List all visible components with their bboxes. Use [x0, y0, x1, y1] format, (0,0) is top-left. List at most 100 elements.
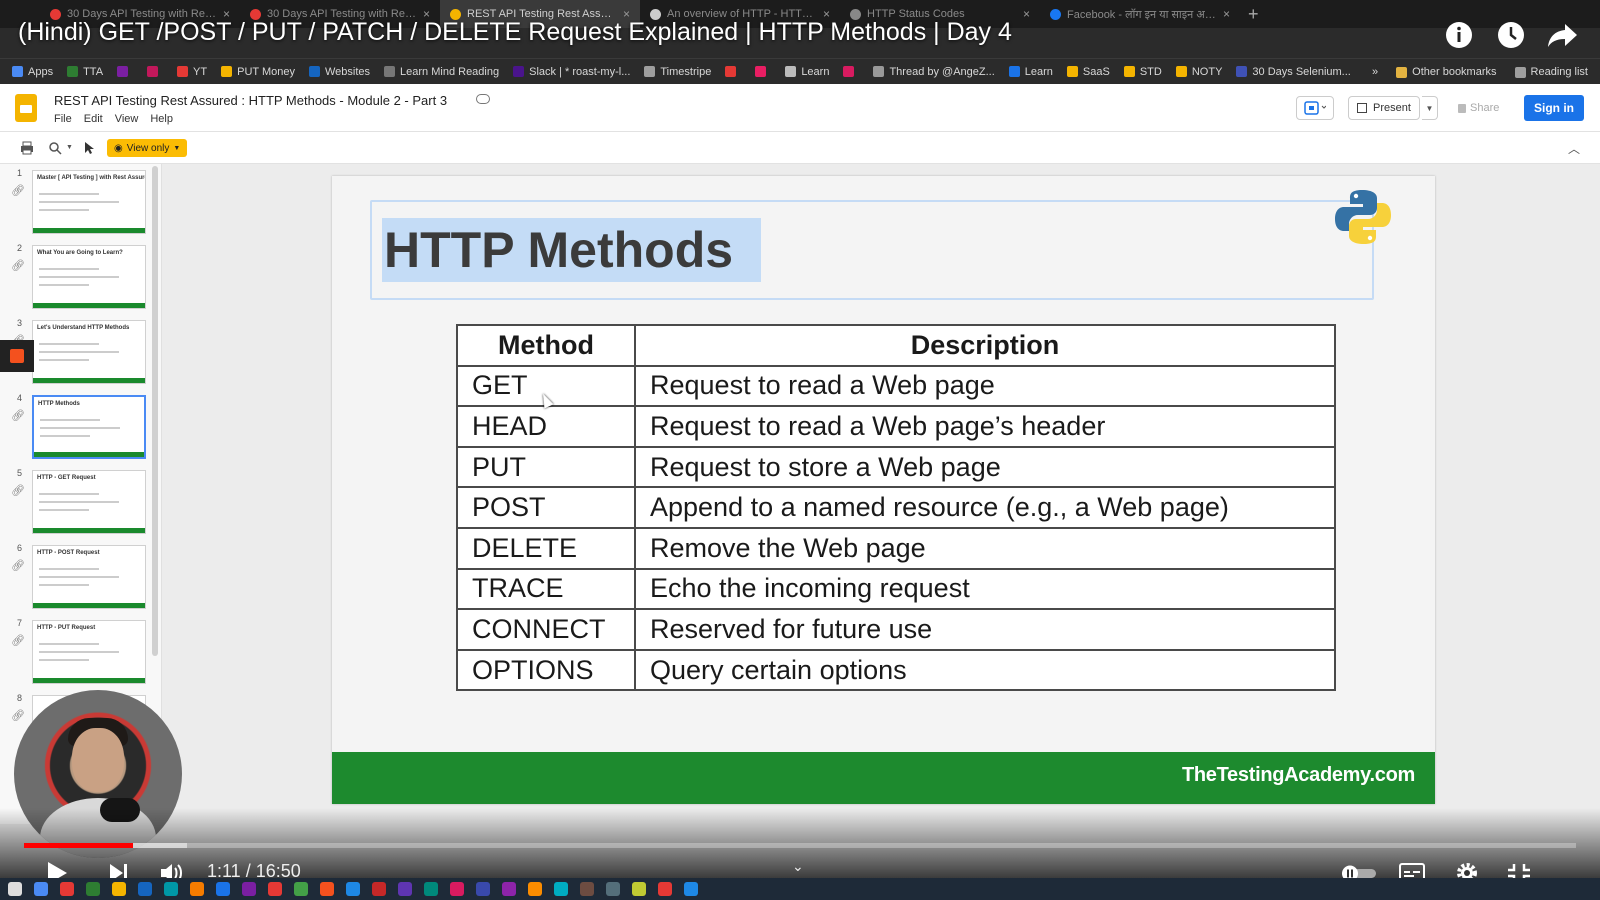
method-cell: CONNECT: [456, 608, 636, 651]
bookmark-item[interactable]: SaaS: [1066, 66, 1110, 78]
share-button[interactable]: Share: [1450, 96, 1507, 120]
video-title[interactable]: (Hindi) GET /POST / PUT / PATCH / DELETE…: [18, 18, 1012, 47]
bookmark-item[interactable]: Thread by @AngeZ...: [873, 66, 995, 78]
taskbar-app-icon[interactable]: [502, 882, 516, 896]
link-icon: 🔗︎: [11, 635, 25, 647]
bookmark-item[interactable]: [843, 66, 859, 77]
view-only-badge[interactable]: ◉ View only ▼: [107, 139, 188, 157]
bookmark-item[interactable]: NOTY: [1175, 65, 1223, 78]
slide-thumbnail-row[interactable]: 6 🔗︎ HTTP - POST Request: [0, 543, 160, 613]
bookmark-item[interactable]: [725, 66, 741, 77]
slide-thumbnail[interactable]: Master [ API Testing ] with Rest Assured: [32, 170, 146, 234]
chevron-down-icon[interactable]: ⌄: [792, 858, 804, 875]
menu-file[interactable]: File: [54, 113, 72, 125]
taskbar-app-icon[interactable]: [294, 882, 308, 896]
bookmark-item[interactable]: Slack | * roast-my-l...: [513, 66, 630, 78]
link-icon: 🔗︎: [11, 260, 25, 272]
print-icon[interactable]: [20, 141, 34, 155]
browser-tab[interactable]: Facebook - लॉग इन या साइन अप क ×: [1040, 0, 1240, 28]
taskbar-app-icon[interactable]: [268, 882, 282, 896]
menu-help[interactable]: Help: [150, 113, 173, 125]
taskbar-app-icon[interactable]: [606, 882, 620, 896]
sign-in-button[interactable]: Sign in: [1524, 95, 1584, 121]
taskbar-app-icon[interactable]: [320, 882, 334, 896]
bookmark-item[interactable]: Websites: [308, 65, 371, 78]
slide-thumbnail-row[interactable]: 1 🔗︎ Master [ API Testing ] with Rest Assu…: [0, 168, 160, 238]
other-bookmarks[interactable]: Other bookmarks: [1396, 66, 1497, 78]
slide-thumbnail-row[interactable]: 2 🔗︎ What You are Going to Learn?: [0, 243, 160, 313]
method-cell: HEAD: [456, 405, 636, 448]
meet-button[interactable]: [1296, 96, 1334, 120]
slide-thumbnail-row[interactable]: 5 🔗︎ HTTP - GET Request: [0, 468, 160, 538]
slide-thumbnail[interactable]: What You are Going to Learn?: [32, 245, 146, 309]
bookmark-label: Websites: [324, 65, 371, 78]
taskbar-app-icon[interactable]: [658, 882, 672, 896]
taskbar-app-icon[interactable]: [554, 882, 568, 896]
taskbar-app-icon[interactable]: [8, 882, 22, 896]
new-tab-icon[interactable]: +: [1248, 4, 1259, 25]
taskbar-app-icon[interactable]: [112, 882, 126, 896]
slide-thumbnail[interactable]: HTTP - POST Request: [32, 545, 146, 609]
progress-bar[interactable]: [24, 843, 1576, 848]
menu-edit[interactable]: Edit: [84, 113, 103, 125]
bookmark-item[interactable]: Timestripe: [644, 66, 711, 78]
more-bookmarks-icon[interactable]: »: [1372, 66, 1378, 78]
reading-list[interactable]: Reading list: [1514, 66, 1588, 78]
bookmark-item[interactable]: YT: [177, 66, 207, 78]
watch-later-icon[interactable]: [1494, 18, 1528, 52]
document-title[interactable]: REST API Testing Rest Assured : HTTP Met…: [54, 93, 447, 108]
slide-thumbnail[interactable]: HTTP - GET Request: [32, 470, 146, 534]
bookmark-item[interactable]: [755, 66, 771, 77]
taskbar-app-icon[interactable]: [86, 882, 100, 896]
select-cursor-icon[interactable]: [82, 141, 96, 155]
taskbar-app-icon[interactable]: [580, 882, 594, 896]
thumbnail-title: HTTP - PUT Request: [37, 625, 96, 631]
bookmark-item[interactable]: Learn Mind Reading: [384, 66, 499, 78]
taskbar-app-icon[interactable]: [242, 882, 256, 896]
close-icon[interactable]: ×: [1223, 7, 1230, 21]
taskbar-app-icon[interactable]: [424, 882, 438, 896]
taskbar-app-icon[interactable]: [632, 882, 646, 896]
slide-thumbnail[interactable]: HTTP Methods: [32, 395, 146, 459]
bookmark-item[interactable]: Learn: [785, 66, 829, 78]
record-button[interactable]: [0, 340, 34, 372]
taskbar-app-icon[interactable]: [450, 882, 464, 896]
bookmark-item[interactable]: STD: [1123, 66, 1162, 78]
slides-logo-icon[interactable]: [15, 94, 37, 122]
bookmark-label: NOTY: [1191, 65, 1223, 78]
bookmark-label: TTA: [83, 65, 104, 78]
bookmark-item[interactable]: 30 Days Selenium...: [1236, 66, 1351, 78]
taskbar-app-icon[interactable]: [346, 882, 360, 896]
present-dropdown-icon[interactable]: ▼: [1422, 96, 1438, 120]
bookmark-item[interactable]: Apps: [12, 66, 53, 78]
taskbar-app-icon[interactable]: [60, 882, 74, 896]
bookmark-item[interactable]: [147, 66, 163, 77]
taskbar-app-icon[interactable]: [684, 882, 698, 896]
collapse-chevron-up-icon[interactable]: ︿: [1568, 140, 1580, 157]
bookmark-item[interactable]: PUT Money: [221, 66, 295, 78]
slide-thumbnail-row[interactable]: 4 🔗︎ HTTP Methods: [0, 393, 160, 463]
taskbar-app-icon[interactable]: [398, 882, 412, 896]
close-icon[interactable]: ×: [1023, 7, 1030, 21]
taskbar-app-icon[interactable]: [138, 882, 152, 896]
taskbar-app-icon[interactable]: [528, 882, 542, 896]
link-icon: 🔗︎: [11, 185, 25, 197]
slide-thumbnail-row[interactable]: 7 🔗︎ HTTP - PUT Request: [0, 618, 160, 688]
bookmark-item[interactable]: [117, 66, 133, 77]
zoom-icon[interactable]: [48, 141, 62, 155]
taskbar-app-icon[interactable]: [476, 882, 490, 896]
bookmark-item[interactable]: TTA: [67, 66, 103, 78]
info-icon[interactable]: [1442, 18, 1476, 52]
taskbar-app-icon[interactable]: [34, 882, 48, 896]
taskbar-app-icon[interactable]: [164, 882, 178, 896]
menu-view[interactable]: View: [115, 113, 139, 125]
zoom-dropdown-icon[interactable]: ▼: [66, 144, 80, 158]
bookmark-item[interactable]: Learn: [1008, 66, 1053, 78]
taskbar-app-icon[interactable]: [216, 882, 230, 896]
share-icon[interactable]: [1546, 18, 1580, 52]
slide-thumbnail[interactable]: Let's Understand HTTP Methods: [32, 320, 146, 384]
taskbar-app-icon[interactable]: [372, 882, 386, 896]
slide-thumbnail[interactable]: HTTP - PUT Request: [32, 620, 146, 684]
present-button[interactable]: Present: [1348, 96, 1420, 120]
taskbar-app-icon[interactable]: [190, 882, 204, 896]
